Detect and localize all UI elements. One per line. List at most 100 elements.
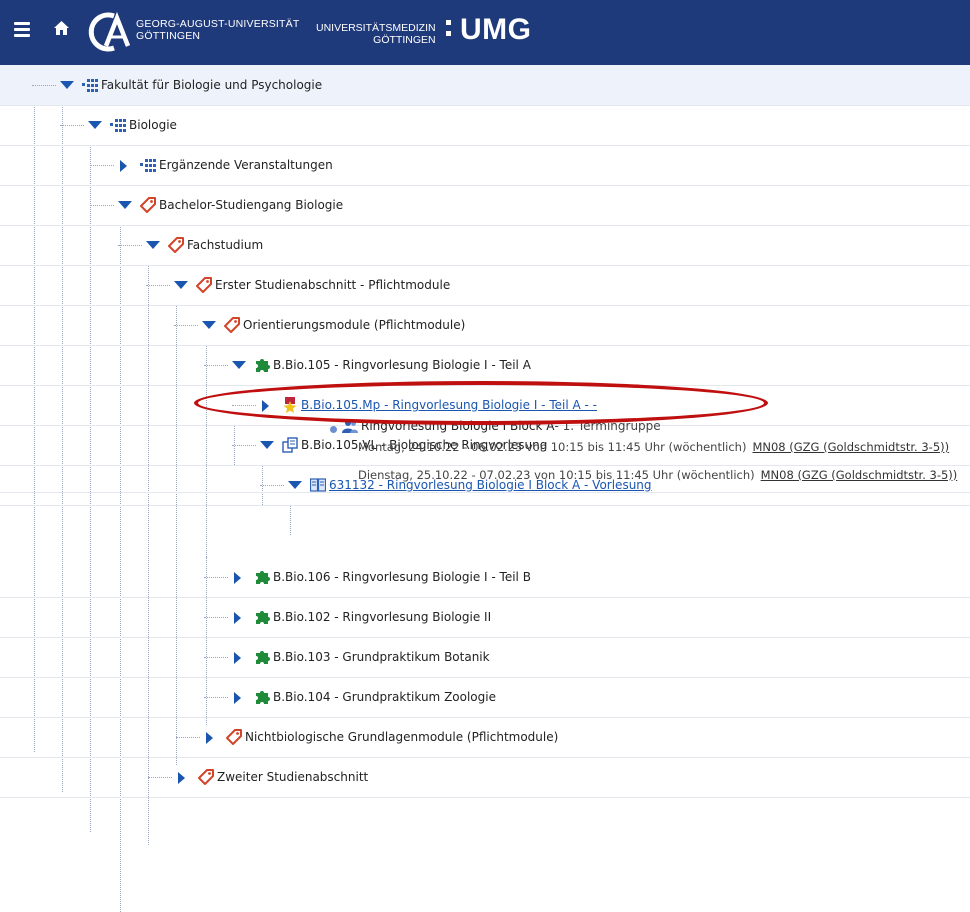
tree-node-label: Fachstudium <box>187 238 264 252</box>
puzzle-icon <box>254 689 270 705</box>
tag-icon <box>168 237 184 253</box>
chevron-down-icon[interactable] <box>118 200 132 210</box>
bullet-icon <box>330 426 337 433</box>
puzzle-icon <box>254 357 270 373</box>
faculty-dots-icon <box>110 117 126 133</box>
tree-node[interactable]: Biologie <box>88 105 177 145</box>
tree-connector <box>204 617 228 618</box>
tree-connector <box>176 737 200 738</box>
tree-node[interactable]: Ergänzende Veranstaltungen <box>118 145 333 185</box>
room-link[interactable]: MN08 (GZG (Goldschmidtstr. 3-5)) <box>752 440 949 454</box>
umg-logo[interactable]: UMG <box>460 13 532 47</box>
chevron-right-icon[interactable] <box>232 612 246 624</box>
tree-row: Bachelor-Studiengang Biologie <box>0 185 970 226</box>
chevron-right-icon[interactable] <box>232 692 246 704</box>
tree-node[interactable]: Bachelor-Studiengang Biologie <box>118 185 343 225</box>
tree-connector <box>204 657 228 658</box>
puzzle-icon <box>254 609 270 625</box>
tree-connector <box>204 577 228 578</box>
tree-node-label: Nichtbiologische Grundlagenmodule (Pflic… <box>245 730 559 744</box>
tree-row: B.Bio.104 - Grundpraktikum Zoologie <box>0 677 970 718</box>
umg-name-line2: GÖTTINGEN <box>373 34 436 46</box>
faculty-dots-icon <box>82 77 98 93</box>
tree-connector <box>146 285 170 286</box>
tree-row: Orientierungsmodule (Pflichtmodule) <box>0 305 970 346</box>
tree-node-label: Bachelor-Studiengang Biologie <box>159 198 344 212</box>
university-logo[interactable] <box>84 10 132 54</box>
tree-node[interactable]: B.Bio.105 - Ringvorlesung Biologie I - T… <box>232 345 531 385</box>
tree-row: B.Bio.105 - Ringvorlesung Biologie I - T… <box>0 345 970 386</box>
tree-node[interactable]: Fachstudium <box>146 225 263 265</box>
tree-node[interactable]: Fakultät für Biologie und Psychologie <box>60 65 322 105</box>
university-name-line1: GEORG-AUGUST-UNIVERSITÄT <box>136 18 300 30</box>
chevron-down-icon[interactable] <box>146 240 160 250</box>
event-details: Ringvorlesung Biologie I Block A - 1. Te… <box>0 414 970 493</box>
highlight-ellipse <box>194 381 768 425</box>
tree-node[interactable]: B.Bio.106 - Ringvorlesung Biologie I - T… <box>232 557 531 597</box>
faculty-dots-icon <box>140 157 156 173</box>
tree-node-label: B.Bio.102 - Ringvorlesung Biologie II <box>273 610 492 624</box>
tree-node[interactable]: B.Bio.102 - Ringvorlesung Biologie II <box>232 597 491 637</box>
tree-row: Fachstudium <box>0 225 970 266</box>
tree-node[interactable]: B.Bio.103 - Grundpraktikum Botanik <box>232 637 490 677</box>
tree-node[interactable]: Orientierungsmodule (Pflichtmodule) <box>202 305 465 345</box>
chevron-down-icon[interactable] <box>232 360 246 370</box>
menu-icon[interactable] <box>14 22 30 38</box>
tree-node-label: Zweiter Studienabschnitt <box>217 770 369 784</box>
tree-row: Biologie <box>0 105 970 146</box>
schedule-entry: Montag, 24.10.22 - 06.02.23 von 10:15 bi… <box>358 440 949 454</box>
tree-node-label: Ergänzende Veranstaltungen <box>159 158 333 172</box>
chevron-down-icon[interactable] <box>88 120 102 130</box>
tree-node-label: B.Bio.103 - Grundpraktikum Botanik <box>273 650 490 664</box>
tag-icon <box>224 317 240 333</box>
tree-connector <box>148 777 172 778</box>
tag-icon <box>196 277 212 293</box>
chevron-down-icon[interactable] <box>60 80 74 90</box>
tree-row: B.Bio.102 - Ringvorlesung Biologie II <box>0 597 970 638</box>
umg-name-line1: UNIVERSITÄTSMEDIZIN <box>316 22 436 34</box>
tree-row: Fakultät für Biologie und Psychologie <box>0 65 970 106</box>
tree-connector <box>204 365 228 366</box>
tree-row: Ergänzende Veranstaltungen <box>0 145 970 186</box>
tree-node-label: Erster Studienabschnitt - Pflichtmodule <box>215 278 451 292</box>
chevron-right-icon[interactable] <box>232 572 246 584</box>
schedule-text: Dienstag, 25.10.22 - 07.02.23 von 10:15 … <box>358 468 755 482</box>
university-name: GEORG-AUGUST-UNIVERSITÄT GÖTTINGEN <box>136 18 299 42</box>
tree-connector <box>90 165 114 166</box>
chevron-down-icon[interactable] <box>174 280 188 290</box>
room-link[interactable]: MN08 (GZG (Goldschmidtstr. 3-5)) <box>761 468 958 482</box>
tree-connector <box>90 205 114 206</box>
chevron-right-icon[interactable] <box>204 732 218 744</box>
university-name-line2: GÖTTINGEN <box>136 30 201 42</box>
tree-guide-line <box>290 505 291 535</box>
tree-node[interactable]: Zweiter Studienabschnitt <box>176 757 368 797</box>
schedule-text: Montag, 24.10.22 - 06.02.23 von 10:15 bi… <box>358 440 747 454</box>
tree-connector <box>32 85 56 86</box>
tree-connector <box>174 325 198 326</box>
tree-node-label: B.Bio.106 - Ringvorlesung Biologie I - T… <box>273 570 531 584</box>
tree-node-label: B.Bio.104 - Grundpraktikum Zoologie <box>273 690 496 704</box>
tag-icon <box>140 197 156 213</box>
tree-connector <box>204 697 228 698</box>
tree-row: Erster Studienabschnitt - Pflichtmodule <box>0 265 970 306</box>
umg-name: UNIVERSITÄTSMEDIZIN GÖTTINGEN <box>316 22 436 46</box>
tree-node[interactable]: B.Bio.104 - Grundpraktikum Zoologie <box>232 677 496 717</box>
chevron-right-icon[interactable] <box>118 160 132 172</box>
puzzle-icon <box>254 569 270 585</box>
chevron-right-icon[interactable] <box>176 772 190 784</box>
tree-node-label: Fakultät für Biologie und Psychologie <box>101 78 323 92</box>
home-icon[interactable] <box>54 21 69 35</box>
tag-icon <box>226 729 242 745</box>
tree-row: B.Bio.106 - Ringvorlesung Biologie I - T… <box>0 557 970 598</box>
tag-icon <box>198 769 214 785</box>
top-navigation-bar: GEORG-AUGUST-UNIVERSITÄT GÖTTINGEN UNIVE… <box>0 0 970 65</box>
tree-node[interactable]: Erster Studienabschnitt - Pflichtmodule <box>174 265 450 305</box>
chevron-down-icon[interactable] <box>202 320 216 330</box>
tree-node-label: Biologie <box>129 118 177 132</box>
tree-node[interactable]: Nichtbiologische Grundlagenmodule (Pflic… <box>204 717 558 757</box>
tree-connector <box>118 245 142 246</box>
tree-node-label: Orientierungsmodule (Pflichtmodule) <box>243 318 466 332</box>
chevron-right-icon[interactable] <box>232 652 246 664</box>
tree-row: B.Bio.103 - Grundpraktikum Botanik <box>0 637 970 678</box>
schedule-entry: Dienstag, 25.10.22 - 07.02.23 von 10:15 … <box>358 468 957 482</box>
